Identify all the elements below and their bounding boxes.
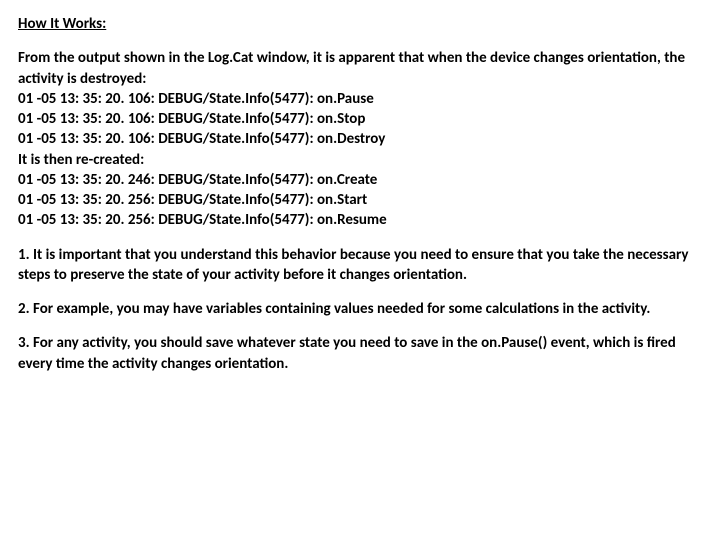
log-line: 01 -05 13: 35: 20. 106: DEBUG/State.Info…: [18, 109, 702, 129]
log-line: 01 -05 13: 35: 20. 256: DEBUG/State.Info…: [18, 210, 702, 230]
point-1: 1. It is important that you understand t…: [18, 245, 702, 286]
log-line: 01 -05 13: 35: 20. 106: DEBUG/State.Info…: [18, 129, 702, 149]
log-line: 01 -05 13: 35: 20. 106: DEBUG/State.Info…: [18, 89, 702, 109]
mid-text: It is then re-created:: [18, 151, 144, 169]
point-2: 2. For example, you may have variables c…: [18, 299, 702, 319]
point-3: 3. For any activity, you should save wha…: [18, 333, 702, 374]
log-line: 01 -05 13: 35: 20. 246: DEBUG/State.Info…: [18, 170, 702, 190]
document-page: How It Works: From the output shown in t…: [0, 0, 720, 406]
intro-text: From the output shown in the Log.Cat win…: [18, 49, 685, 87]
intro-block: From the output shown in the Log.Cat win…: [18, 48, 702, 230]
log-line: 01 -05 13: 35: 20. 256: DEBUG/State.Info…: [18, 190, 702, 210]
section-heading: How It Works:: [18, 14, 702, 34]
